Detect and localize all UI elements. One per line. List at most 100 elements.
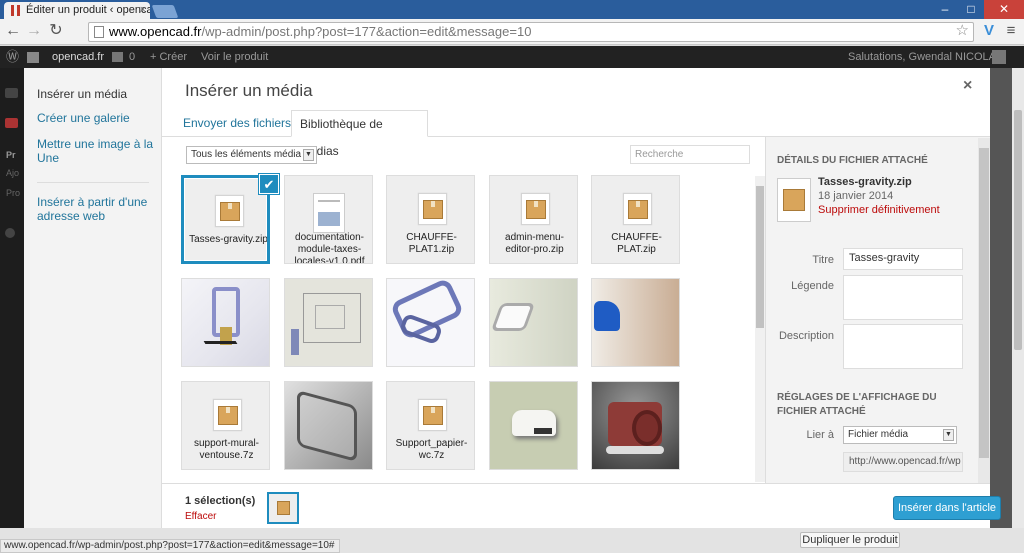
details-scrollbar-thumb[interactable] xyxy=(979,148,989,458)
browser-tabbar: Éditer un produit ‹ openca × – □ ✕ xyxy=(0,0,1024,19)
attachment-item[interactable]: Support_papier-wc.7z xyxy=(386,381,475,470)
window-close-button[interactable]: ✕ xyxy=(984,0,1024,19)
duplicate-product-button[interactable]: Dupliquer le produit xyxy=(800,532,900,548)
attachment-item[interactable] xyxy=(489,381,578,470)
archive-icon xyxy=(418,193,447,225)
attachment-details-panel: Détails du fichier attaché Tasses-gravit… xyxy=(765,137,990,483)
back-icon[interactable]: ← xyxy=(3,21,23,41)
home-icon[interactable] xyxy=(27,52,39,63)
extension-icon[interactable]: V xyxy=(980,21,998,41)
archive-icon xyxy=(213,399,242,431)
attachment-item[interactable] xyxy=(181,278,270,367)
browser-tab[interactable]: Éditer un produit ‹ openca × xyxy=(4,2,150,19)
attachment-filename: Tasses-gravity.zip xyxy=(189,234,268,245)
caption-label: Légende xyxy=(791,280,834,292)
attachment-filename: documentation-module-taxes-locales-v1.0.… xyxy=(294,232,365,264)
avatar[interactable] xyxy=(992,50,1006,64)
title-label: Titre xyxy=(812,254,834,266)
menu-separator xyxy=(37,182,149,183)
attachment-item[interactable]: documentation-module-taxes-locales-v1.0.… xyxy=(284,175,373,264)
browser-menu-icon[interactable]: ≡ xyxy=(1003,23,1019,39)
details-thumbnail xyxy=(777,178,811,222)
selection-thumbnail[interactable] xyxy=(267,492,299,524)
attachment-item[interactable]: CHAUFFE-PLAT1.zip xyxy=(386,175,475,264)
media-router-tabs: Envoyer des fichiers Bibliothèque de méd… xyxy=(162,110,990,158)
media-modal: Insérer un média Créer une galerie Mettr… xyxy=(24,68,1001,528)
menu-insert-from-url[interactable]: Insérer à partir d'une adresse web xyxy=(37,195,157,223)
new-tab-button[interactable] xyxy=(151,5,179,18)
attachment-filename: Support_papier-wc.7z xyxy=(395,438,468,461)
link-to-label: Lier à xyxy=(806,429,834,441)
attachment-item[interactable] xyxy=(591,278,680,367)
details-heading: Détails du fichier attaché xyxy=(777,155,928,166)
clear-selection-link[interactable]: Effacer xyxy=(185,511,217,522)
details-date: 18 janvier 2014 xyxy=(818,190,894,202)
chevron-down-icon: ▼ xyxy=(303,149,314,161)
menu-create-gallery[interactable]: Créer une galerie xyxy=(37,111,157,125)
url-path: /wp-admin/post.php?post=177&action=edit&… xyxy=(201,24,532,39)
attachment-item[interactable]: support-mural-ventouse.7z xyxy=(181,381,270,470)
title-field[interactable]: Tasses-gravity xyxy=(843,248,963,270)
minimize-button[interactable]: – xyxy=(932,0,958,19)
attachment-item[interactable] xyxy=(591,381,680,470)
page-icon xyxy=(94,26,104,38)
link-to-value: Fichier média xyxy=(848,429,909,440)
admin-comments-count[interactable]: 0 xyxy=(129,46,135,68)
bookmark-star-icon[interactable]: ☆ xyxy=(956,22,969,40)
archive-icon xyxy=(783,189,805,211)
attachment-item[interactable]: Tasses-gravity.zip xyxy=(181,175,270,264)
display-settings-heading: Réglages de l'affichage du fichier attac… xyxy=(777,392,937,417)
admin-create-link[interactable]: + Créer xyxy=(150,46,187,68)
media-modal-footer: 1 sélection(s) Effacer Insérer dans l'ar… xyxy=(162,483,1001,528)
admin-site-link[interactable]: opencad.fr xyxy=(52,46,104,68)
insert-into-post-button[interactable]: Insérer dans l'article xyxy=(893,496,1001,520)
attachment-item[interactable]: CHAUFFE-PLAT.zip xyxy=(591,175,680,264)
tab-close-icon[interactable]: × xyxy=(140,2,146,19)
attachment-item[interactable]: admin-menu-editor-pro.zip xyxy=(489,175,578,264)
link-to-select[interactable]: Fichier média ▼ xyxy=(843,426,957,444)
page-scrollbar-thumb[interactable] xyxy=(1014,110,1022,350)
selected-check-icon[interactable]: ✔ xyxy=(259,174,279,194)
tab-media-library[interactable]: Bibliothèque de médias xyxy=(291,110,428,158)
details-filename: Tasses-gravity.zip xyxy=(818,176,912,188)
selection-count: 1 sélection(s) xyxy=(185,495,256,507)
window-controls: – □ ✕ xyxy=(932,0,1024,19)
media-search-input[interactable]: Recherche xyxy=(630,145,750,164)
archive-icon xyxy=(521,193,550,225)
reload-icon[interactable]: ↻ xyxy=(46,21,66,41)
attachment-filename: CHAUFFE-PLAT.zip xyxy=(611,232,662,255)
description-field[interactable] xyxy=(843,324,963,369)
maximize-button[interactable]: □ xyxy=(958,0,984,19)
browser-toolbar: ← → ↻ www.opencad.fr/wp-admin/post.php?p… xyxy=(0,19,1024,45)
admin-greeting[interactable]: Salutations, Gwendal NICOLAS xyxy=(848,46,1003,68)
document-icon xyxy=(313,193,345,233)
grid-scrollbar-thumb[interactable] xyxy=(756,186,764,328)
tab-upload-files[interactable]: Envoyer des fichiers xyxy=(175,110,299,137)
attachment-filename: admin-menu-editor-pro.zip xyxy=(505,232,564,255)
admin-view-link[interactable]: Voir le produit xyxy=(201,46,268,68)
collapse-menu-icon xyxy=(5,228,15,238)
attachment-filename: CHAUFFE-PLAT1.zip xyxy=(406,232,457,255)
status-bar-url: www.opencad.fr/wp-admin/post.php?post=17… xyxy=(0,539,340,553)
media-modal-menu: Insérer un média Créer une galerie Mettr… xyxy=(24,68,162,528)
wp-admin-bar: Ⓦ opencad.fr 0 + Créer Voir le produit S… xyxy=(0,46,1024,68)
modal-close-icon[interactable]: × xyxy=(963,77,972,95)
archive-icon xyxy=(215,195,244,227)
forward-icon[interactable]: → xyxy=(24,21,44,41)
menu-insert-media[interactable]: Insérer un média xyxy=(37,87,157,101)
link-url-field[interactable]: http://www.opencad.fr/wp xyxy=(843,452,963,472)
attachment-item[interactable] xyxy=(386,278,475,367)
menu-featured-image[interactable]: Mettre une image à la Une xyxy=(37,137,157,165)
caption-field[interactable] xyxy=(843,275,963,320)
description-label: Description xyxy=(778,330,834,342)
delete-permanently-link[interactable]: Supprimer définitivement xyxy=(818,204,940,216)
menu-products-icon xyxy=(5,118,18,128)
address-bar[interactable]: www.opencad.fr/wp-admin/post.php?post=17… xyxy=(88,22,974,42)
filter-value: Tous les éléments média xyxy=(191,149,302,160)
attachment-item[interactable] xyxy=(284,278,373,367)
comment-icon[interactable] xyxy=(112,52,123,62)
attachment-item[interactable] xyxy=(284,381,373,470)
wordpress-logo-icon[interactable]: Ⓦ xyxy=(6,46,19,68)
media-type-filter[interactable]: Tous les éléments média ▼ xyxy=(186,146,317,164)
attachment-item[interactable] xyxy=(489,278,578,367)
